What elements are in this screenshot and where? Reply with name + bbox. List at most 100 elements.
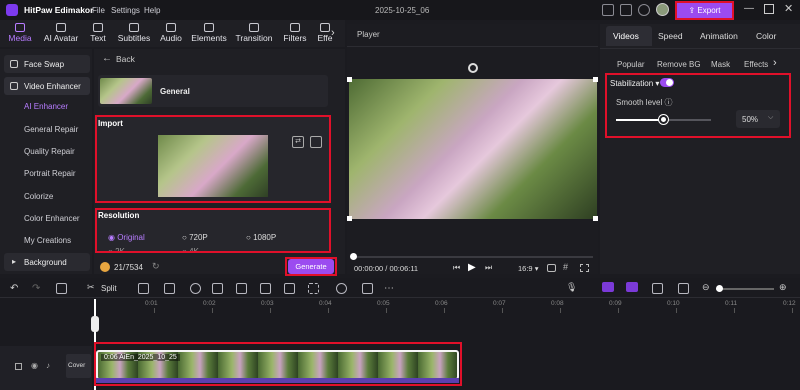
sidebar-item-portrait-repair[interactable]: Portrait Repair [24, 169, 76, 178]
microphone-icon[interactable]: 🎙 [566, 282, 577, 293]
tab-text[interactable]: Text [86, 20, 110, 47]
video-preview[interactable] [349, 79, 597, 219]
magnet-icon[interactable] [602, 282, 614, 292]
replace-icon[interactable]: ⇄ [292, 136, 304, 148]
rotate-icon[interactable] [236, 283, 247, 294]
more-icon[interactable]: ⋯ [384, 283, 394, 294]
playhead-knob[interactable] [350, 253, 357, 260]
detach-icon[interactable] [362, 283, 373, 294]
speaker-icon[interactable]: ♪ [46, 361, 50, 370]
sidebar-item-colorize[interactable]: Colorize [24, 192, 53, 201]
crop-icon[interactable] [138, 283, 149, 294]
subtab-remove-bg[interactable]: Remove BG [657, 60, 701, 69]
cover-button[interactable]: Cover [66, 354, 91, 378]
tab-transition[interactable]: Transition [234, 20, 274, 47]
zoom-in-icon[interactable]: ⊕ [779, 282, 787, 293]
tab-speed[interactable]: Speed [658, 31, 683, 41]
chevron-right-icon[interactable]: › [331, 27, 335, 39]
tab-media[interactable]: Media [4, 20, 36, 47]
rotate-handle-icon[interactable] [468, 63, 478, 73]
resize-handle-bl[interactable] [347, 216, 352, 221]
model-card[interactable]: General [98, 75, 328, 107]
radio-1080p[interactable]: ○ 1080P [246, 233, 276, 242]
radio-4k[interactable]: ○ 4K [182, 247, 199, 253]
zoom-knob[interactable] [716, 285, 723, 292]
export-button[interactable]: ⇪ Export [676, 2, 733, 19]
sidebar-item-my-creations[interactable]: My Creations [24, 236, 71, 245]
sidebar-item-quality-repair[interactable]: Quality Repair [24, 147, 75, 156]
time-ruler[interactable]: 0:01 0:02 0:03 0:04 0:05 0:06 0:07 0:08 0:09 0:10… [96, 299, 800, 313]
prev-frame-icon[interactable]: ⏮ [453, 263, 460, 273]
chevron-right-icon[interactable]: › [773, 57, 777, 69]
lock-icon[interactable] [15, 363, 22, 370]
redo-icon[interactable]: ↷ [32, 283, 43, 294]
maximize-icon[interactable] [764, 4, 774, 14]
aspect-ratio-select[interactable]: 16:9 ▾ [518, 264, 538, 273]
fit-icon[interactable] [678, 283, 689, 294]
resize-handle-tr[interactable] [593, 77, 598, 82]
undo-icon[interactable]: ↶ [10, 283, 21, 294]
smooth-level-value-box[interactable]: 50% ⌵ [736, 110, 780, 128]
playhead-handle[interactable] [91, 316, 99, 332]
tab-filters[interactable]: Filters [280, 20, 310, 47]
close-icon[interactable]: ✕ [784, 2, 793, 15]
ai-tool-icon[interactable] [336, 283, 347, 294]
back-button[interactable]: Back [116, 54, 135, 64]
resize-handle-br[interactable] [593, 216, 598, 221]
menu-help[interactable]: Help [144, 6, 160, 15]
stabilization-toggle[interactable] [660, 78, 674, 87]
tab-animation[interactable]: Animation [700, 31, 738, 41]
subtab-mask[interactable]: Mask [711, 60, 730, 69]
smooth-level-knob[interactable] [658, 115, 668, 124]
tab-subtitles[interactable]: Subtitles [114, 20, 154, 47]
tab-ai-avatar[interactable]: AI Avatar [40, 20, 82, 47]
minimize-icon[interactable]: — [744, 3, 754, 14]
layout-icon[interactable] [602, 4, 614, 16]
link-icon[interactable] [626, 282, 638, 292]
freeze-icon[interactable] [212, 283, 223, 294]
text-tool-icon[interactable] [164, 283, 175, 294]
sidebar-item-color-enhancer[interactable]: Color Enhancer [24, 214, 80, 223]
delete-icon[interactable] [310, 136, 322, 148]
menu-settings[interactable]: Settings [111, 6, 140, 15]
subtab-popular[interactable]: Popular [617, 60, 645, 69]
window-icon[interactable] [620, 4, 632, 16]
mask-icon[interactable] [308, 283, 319, 294]
radio-720p[interactable]: ○ 720P [182, 233, 208, 242]
generate-button[interactable]: Generate [288, 259, 334, 274]
radio-2k[interactable]: ○ 2K [108, 247, 125, 253]
fullscreen-icon[interactable] [580, 264, 589, 272]
zoom-slider[interactable] [716, 288, 774, 290]
snap-icon[interactable] [652, 283, 663, 294]
eye-icon[interactable]: ◉ [31, 361, 38, 370]
tab-videos[interactable]: Videos [613, 31, 639, 41]
subtab-effects[interactable]: Effects [744, 60, 768, 69]
sidebar-item-general-repair[interactable]: General Repair [24, 125, 78, 134]
crown-icon[interactable] [638, 4, 650, 16]
playback-progress[interactable] [352, 256, 593, 258]
tab-elements[interactable]: Elements [190, 20, 228, 47]
play-icon[interactable]: ▶ [468, 262, 476, 273]
sidebar-item-background[interactable]: Background [4, 253, 90, 271]
sidebar-item-ai-enhancer[interactable]: AI Enhancer [24, 102, 68, 111]
speed-icon[interactable] [190, 283, 201, 294]
split-button[interactable]: Split [101, 284, 117, 293]
zoom-out-icon[interactable]: ⊖ [702, 282, 710, 293]
tab-audio[interactable]: Audio [158, 20, 184, 47]
tab-color[interactable]: Color [756, 31, 776, 41]
refresh-icon[interactable]: ↻ [152, 261, 160, 272]
resize-handle-tl[interactable] [347, 77, 352, 82]
import-video-thumbnail[interactable] [158, 135, 268, 197]
reverse-icon[interactable] [260, 283, 271, 294]
radio-original[interactable]: ◉ Original [108, 233, 145, 242]
scissors-icon[interactable]: ✂ [87, 282, 95, 293]
grid-icon[interactable]: # [563, 262, 568, 272]
next-frame-icon[interactable]: ⏭ [485, 263, 492, 273]
snapshot-icon[interactable] [547, 264, 556, 272]
delete-icon[interactable] [56, 283, 67, 294]
menu-file[interactable]: File [92, 6, 105, 15]
avatar[interactable] [656, 3, 669, 16]
back-arrow-icon[interactable]: ← [102, 53, 112, 64]
video-clip[interactable]: 0:06 AiEn_2025_10_25 [96, 350, 459, 380]
mirror-icon[interactable] [284, 283, 295, 294]
